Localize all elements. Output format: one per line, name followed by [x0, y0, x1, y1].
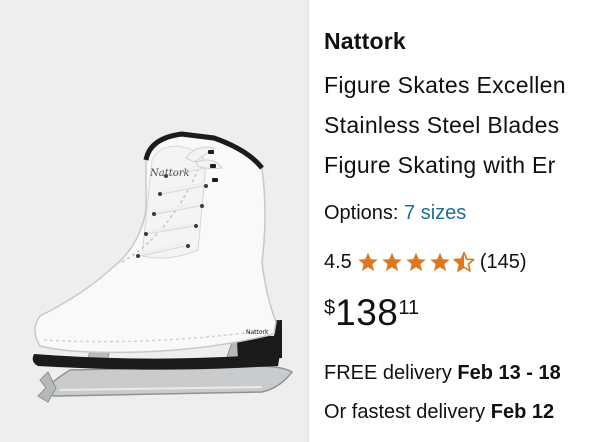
price-fraction: 11 [398, 297, 420, 319]
star-full-icon [430, 252, 450, 271]
delivery-prefix: FREE delivery [324, 362, 452, 384]
product-image[interactable]: Nattork Nattork [0, 0, 308, 442]
heel-label: Nattork [246, 329, 269, 336]
delivery-date: Feb 13 - 18 [457, 362, 561, 384]
figure-skate-illustration: Nattork Nattork [32, 131, 294, 403]
sizes-link[interactable]: 7 sizes [404, 202, 466, 224]
fastest-delivery-info: Or fastest delivery Feb 12 [324, 401, 554, 424]
star-full-icon [406, 252, 426, 271]
rating-row[interactable]: 4.5 (145) [324, 249, 527, 275]
fastest-prefix: Or fastest delivery [324, 401, 486, 423]
divider [308, 0, 309, 442]
star-rating[interactable] [356, 251, 476, 273]
delivery-info: FREE delivery Feb 13 - 18 [324, 362, 561, 385]
review-count[interactable]: (145) [480, 251, 527, 274]
product-details: Nattork Figure Skates Excellen Stainless… [324, 0, 602, 442]
options-row: Options: 7 sizes [324, 202, 466, 225]
product-card[interactable]: Nattork Nattork Nattork Figure Skates Ex… [0, 0, 602, 442]
star-full-icon [358, 252, 378, 271]
star-full-icon [382, 252, 402, 271]
product-title-line-1[interactable]: Figure Skates Excellen [324, 72, 566, 99]
price-symbol: $ [324, 297, 336, 319]
rating-value: 4.5 [324, 250, 352, 273]
product-title-line-3[interactable]: Figure Skating with Er [324, 152, 556, 179]
product-title-line-2[interactable]: Stainless Steel Blades [324, 112, 559, 139]
options-label: Options: [324, 202, 399, 224]
skate-brand-mark: Nattork [149, 168, 190, 179]
price: $ 138 11 [324, 292, 419, 340]
star-half-icon [453, 251, 475, 272]
fastest-date: Feb 12 [490, 401, 555, 423]
brand-name[interactable]: Nattork [324, 28, 406, 55]
price-whole: 138 [335, 292, 399, 333]
